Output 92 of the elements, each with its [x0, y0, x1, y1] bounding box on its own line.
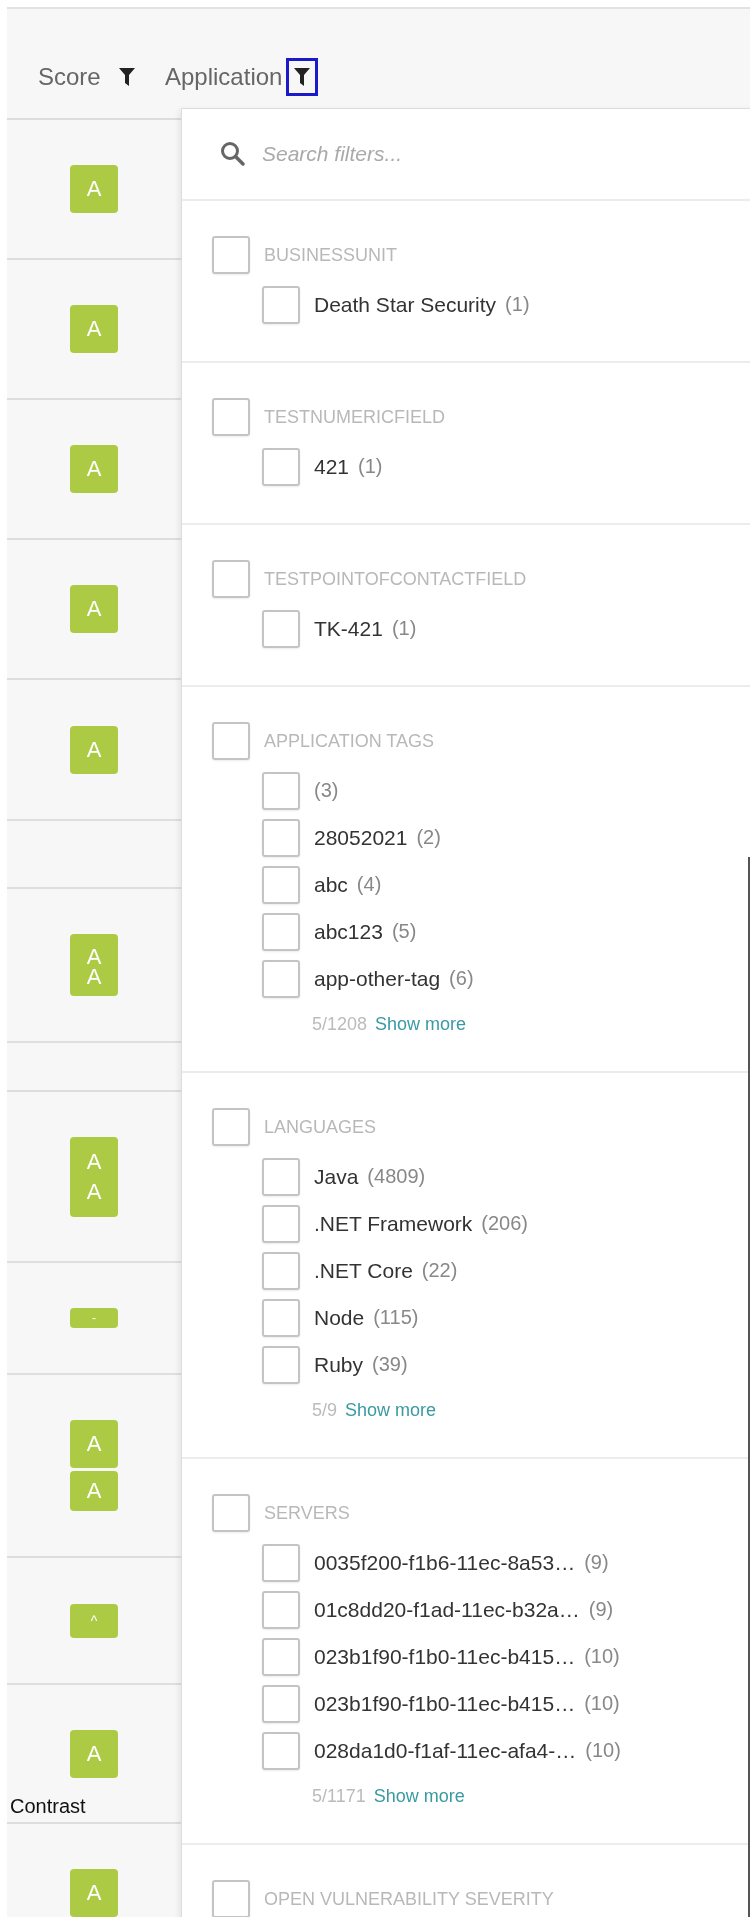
grade-badge: A A [70, 934, 118, 996]
grade-badge: A [70, 305, 118, 353]
checkbox[interactable] [212, 722, 250, 760]
checkbox[interactable] [262, 609, 300, 648]
checkbox[interactable] [262, 771, 300, 810]
checkbox[interactable] [262, 447, 300, 486]
search-icon [220, 141, 246, 167]
column-header: Score [38, 62, 101, 91]
checkbox[interactable] [262, 1684, 300, 1723]
option-label: 028da1d0-f1af-11ec-afa4-… [314, 1738, 577, 1763]
shown-count: 5/1208 [312, 1013, 368, 1035]
option-label: .NET Framework [314, 1211, 473, 1236]
option-count: (9) [588, 1598, 614, 1621]
checkbox[interactable] [262, 1590, 300, 1629]
option-count: (1) [505, 293, 530, 316]
checkbox[interactable] [212, 1880, 250, 1917]
checkbox[interactable] [212, 1494, 250, 1532]
option-label: app-other-tag [314, 966, 441, 991]
option-count: (6) [449, 967, 474, 990]
option-label: 421 [314, 454, 350, 479]
checkbox[interactable] [212, 560, 250, 598]
option-label: Death Star Security [314, 292, 497, 317]
option-count: (9) [584, 1551, 609, 1574]
checkbox[interactable] [262, 1731, 300, 1770]
grade-badge: A [70, 1471, 118, 1511]
option-label: 01c8dd20-f1ad-11ec-b32a… [314, 1597, 580, 1622]
group-title: APPLICATION TAGS [264, 730, 435, 752]
checkbox[interactable] [212, 398, 250, 436]
group-title: LANGUAGES [264, 1116, 377, 1138]
grade-badge: A [70, 1729, 118, 1778]
column-header: Application [165, 62, 283, 91]
checkbox[interactable] [262, 1251, 300, 1290]
grade-badge: A [70, 585, 118, 633]
option-label: 28052021 [314, 825, 408, 850]
checkbox[interactable] [212, 1108, 250, 1146]
option-label: TK-421 [314, 616, 383, 641]
group-title: SERVERS [264, 1502, 350, 1524]
option-count: (2) [416, 826, 441, 849]
option-label: abc [314, 872, 348, 897]
checkbox[interactable] [262, 959, 300, 998]
grade-badge: A [70, 725, 118, 774]
checkbox[interactable] [262, 1298, 300, 1337]
option-count: (4809) [367, 1165, 426, 1188]
group-title: OPEN VULNERABILITY SEVERITY [264, 1888, 554, 1910]
group-title: TESTNUMERICFIELD [264, 406, 445, 428]
checkbox[interactable] [262, 1345, 300, 1384]
option-label: Node [314, 1305, 365, 1330]
grade-badge: A A [70, 1136, 118, 1217]
option-label: Ruby [314, 1352, 364, 1377]
option-label: Java [314, 1164, 359, 1189]
shown-count: 5/9 [312, 1399, 338, 1421]
checkbox[interactable] [262, 1637, 300, 1676]
show-more-link[interactable]: Show more [373, 1785, 465, 1807]
option-label: 023b1f90-f1b0-11ec-b415… [314, 1691, 576, 1716]
option-count: (115) [373, 1306, 419, 1329]
checkbox[interactable] [262, 285, 300, 324]
option-count: (3) [314, 779, 339, 802]
grade-badge: - [70, 1308, 118, 1328]
option-count: (5) [391, 920, 417, 943]
option-label: 023b1f90-f1b0-11ec-b415… [314, 1644, 576, 1669]
checkbox[interactable] [262, 865, 300, 904]
shown-count: 5/1171 [312, 1785, 366, 1807]
checkbox[interactable] [262, 1204, 300, 1243]
option-label: .NET Core [314, 1258, 413, 1283]
show-more-link[interactable]: Show more [345, 1399, 437, 1421]
grade-badge: A [70, 165, 118, 213]
checkbox[interactable] [262, 1543, 300, 1582]
grade-badge: A [70, 1869, 118, 1917]
grade-badge: A [70, 1420, 118, 1468]
option-count: (10) [584, 1645, 620, 1668]
option-count: (4) [356, 873, 382, 896]
option-count: (10) [584, 1692, 620, 1715]
search-field[interactable]: Search filters... [260, 141, 624, 167]
filter-icon[interactable] [286, 57, 319, 96]
checkbox[interactable] [262, 818, 300, 857]
group-title: BUSINESSUNIT [264, 244, 398, 266]
grade-badge: A [70, 445, 118, 493]
grade-badge: ^ [70, 1603, 118, 1638]
checkbox[interactable] [262, 1157, 300, 1196]
show-more-link[interactable]: Show more [375, 1013, 467, 1035]
checkbox[interactable] [262, 912, 300, 951]
group-title: TESTPOINTOFCONTACTFIELD [264, 568, 527, 590]
option-label: 0035f200-f1b6-11ec-8a53… [314, 1550, 576, 1575]
option-count: (10) [585, 1739, 621, 1762]
option-count: (22) [421, 1259, 458, 1282]
option-count: (39) [372, 1353, 408, 1376]
option-count: (206) [481, 1212, 528, 1235]
option-label: abc123 [314, 919, 383, 944]
overlay-text: Contrast [10, 1795, 86, 1818]
option-count: (1) [358, 455, 383, 478]
checkbox[interactable] [212, 236, 250, 274]
option-count: (1) [391, 617, 417, 640]
